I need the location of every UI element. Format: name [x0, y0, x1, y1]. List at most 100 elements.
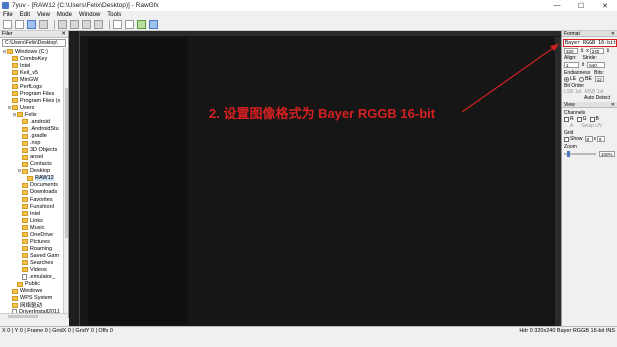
- tree-item[interactable]: PerfLogs: [0, 83, 68, 90]
- zoom-input[interactable]: 100%: [599, 151, 615, 157]
- view-tile-icon[interactable]: [82, 20, 91, 29]
- filer-path-input[interactable]: C:\Users\Felix\Desktop\: [2, 39, 66, 47]
- view-split-icon[interactable]: [70, 20, 79, 29]
- grid-y-input[interactable]: 8: [597, 136, 606, 142]
- grid-x-input[interactable]: 8: [584, 136, 593, 142]
- tree-item[interactable]: OneDrive: [0, 231, 68, 238]
- tree-item[interactable]: Music: [0, 224, 68, 231]
- tree-item[interactable]: 网络驱动: [0, 302, 68, 309]
- tree-item[interactable]: MinGW: [0, 76, 68, 83]
- height-input[interactable]: 240: [589, 48, 604, 54]
- compare-icon[interactable]: [149, 20, 158, 29]
- bits-input[interactable]: 12: [594, 76, 604, 82]
- tree-item[interactable]: ComboKey: [0, 55, 68, 62]
- grid-show-checkbox[interactable]: [564, 136, 569, 142]
- tree-item[interactable]: Searches: [0, 259, 68, 266]
- tree-item[interactable]: .AndroidStu: [0, 126, 68, 133]
- title-bar: 7yuv - [RAW12 (C:\Users\Felix\Desktop)] …: [0, 0, 617, 11]
- tree-hscrollbar[interactable]: [0, 313, 68, 319]
- menu-mode[interactable]: Mode: [57, 12, 72, 18]
- spin-icon[interactable]: ⇕: [606, 48, 610, 54]
- tree-item[interactable]: Videos: [0, 266, 68, 273]
- align-input[interactable]: 1: [564, 62, 579, 68]
- channel-g-checkbox[interactable]: [576, 116, 582, 122]
- tree-item[interactable]: Links: [0, 217, 68, 224]
- open-file-icon[interactable]: [15, 20, 24, 29]
- folder-tree: ⊟ Windows (C:) ComboKey Intel Keil_v5 MinGW Pe…: [0, 48, 68, 313]
- tree-item[interactable]: .android: [0, 118, 68, 125]
- annotation-text: 2. 设置图像格式为 Bayer RGGB 16-bit: [209, 106, 436, 121]
- auto-detect-button[interactable]: Auto Detect: [584, 95, 610, 101]
- close-icon[interactable]: ✕: [61, 31, 66, 37]
- tree-item[interactable]: ⊟ Desktop: [0, 168, 68, 175]
- channel-b-checkbox[interactable]: [589, 116, 595, 122]
- tree-scrollbar[interactable]: [63, 48, 68, 313]
- text-view-icon[interactable]: [125, 20, 134, 29]
- spin-icon[interactable]: ⇕: [581, 62, 585, 68]
- tree-item[interactable]: Favorites: [0, 196, 68, 203]
- menu-edit[interactable]: Edit: [20, 12, 30, 18]
- be-radio[interactable]: [579, 76, 585, 82]
- spin-icon[interactable]: ⇕: [580, 48, 584, 54]
- format-select[interactable]: Bayer RGGB 16-bit: [563, 39, 617, 47]
- status-right: Hdr 0 320x240 Bayer RGGB 16-bit INS: [519, 327, 615, 334]
- folder-icon: [12, 77, 18, 83]
- width-input[interactable]: 320: [564, 48, 578, 54]
- tree-item[interactable]: FunshionI: [0, 203, 68, 210]
- tree-item[interactable]: Program Files (x: [0, 97, 68, 104]
- tree-item[interactable]: Contacts: [0, 161, 68, 168]
- menu-window[interactable]: Window: [79, 12, 100, 18]
- tree-item-label: Favorites: [30, 196, 53, 203]
- zoom-slider-handle[interactable]: [566, 151, 570, 157]
- view-single-icon[interactable]: [58, 20, 67, 29]
- tree-item[interactable]: ansel: [0, 154, 68, 161]
- tree-item[interactable]: Program Files: [0, 90, 68, 97]
- tree-item[interactable]: ⊟ Users: [0, 104, 68, 111]
- tree-item[interactable]: .nxp: [0, 140, 68, 147]
- menu-file[interactable]: File: [3, 12, 13, 18]
- le-radio[interactable]: [564, 76, 569, 82]
- view-grid-icon[interactable]: [94, 20, 103, 29]
- folder-icon: [12, 98, 18, 104]
- tree-item[interactable]: RAW12: [0, 175, 68, 182]
- zoom-slider[interactable]: [564, 151, 596, 157]
- tree-item[interactable]: Pictures: [0, 238, 68, 245]
- tree-item[interactable]: Windows: [0, 288, 68, 295]
- hex-view-icon[interactable]: [113, 20, 122, 29]
- reload-icon[interactable]: [39, 20, 48, 29]
- status-left: X 0 | Y 0 | Frame 0 | GridX 0 | GridY 0 …: [2, 327, 113, 334]
- menu-tools[interactable]: Tools: [107, 12, 121, 18]
- tree-item-label: .AndroidStu: [30, 126, 59, 133]
- menu-view[interactable]: View: [37, 12, 50, 18]
- maximize-button[interactable]: ☐: [569, 0, 593, 11]
- tree-item[interactable]: ⊟ Felix: [0, 111, 68, 118]
- tree-item[interactable]: Roaming: [0, 245, 68, 252]
- minimize-button[interactable]: —: [545, 0, 569, 11]
- lsb-first-option[interactable]: LSB 1st: [564, 89, 582, 95]
- new-file-icon[interactable]: [3, 20, 12, 29]
- tree-item[interactable]: Public: [0, 281, 68, 288]
- stride-input[interactable]: 640: [587, 62, 606, 68]
- folder-icon: [22, 189, 28, 195]
- tree-item[interactable]: Keil_v5: [0, 69, 68, 76]
- folder-icon: [12, 70, 18, 76]
- image-view-icon[interactable]: [137, 20, 146, 29]
- save-icon[interactable]: [27, 20, 36, 29]
- tree-item[interactable]: Documents: [0, 182, 68, 189]
- tree-item[interactable]: Intel: [0, 62, 68, 69]
- tree-item[interactable]: Downloads: [0, 189, 68, 196]
- tree-item-label: FunshionI: [30, 203, 55, 210]
- tree-item[interactable]: Intel: [0, 210, 68, 217]
- tree-item[interactable]: .emulator_: [0, 274, 68, 281]
- tree-item[interactable]: ⊟ Windows (C:): [0, 48, 68, 55]
- close-button[interactable]: ✕: [593, 0, 617, 11]
- tree-item[interactable]: .gradle: [0, 133, 68, 140]
- tree-item-label: Contacts: [30, 161, 52, 168]
- close-icon[interactable]: ✕: [611, 102, 615, 108]
- channel-r-checkbox[interactable]: [564, 116, 569, 122]
- close-icon[interactable]: ✕: [611, 31, 615, 37]
- tree-item-label: .android: [30, 118, 50, 125]
- tree-item[interactable]: 3D Objects: [0, 147, 68, 154]
- tree-item[interactable]: Saved Gam: [0, 252, 68, 259]
- grid-row: Show 8 x 8: [564, 136, 606, 142]
